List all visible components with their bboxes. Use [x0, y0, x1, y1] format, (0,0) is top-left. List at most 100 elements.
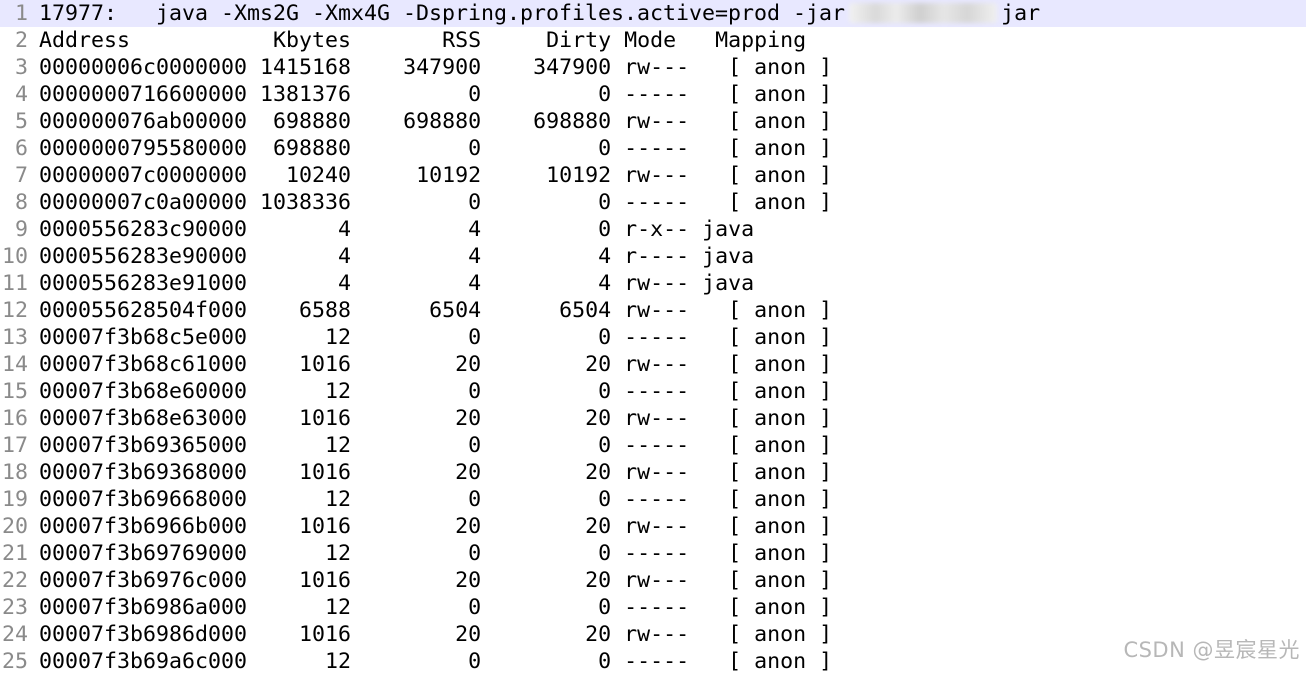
mode-cell: -----: [624, 433, 690, 458]
rss-cell: 0: [364, 82, 482, 107]
dirty-cell: 0: [494, 82, 612, 107]
mode-cell: rw---: [624, 163, 690, 188]
dirty-cell: 0: [494, 190, 612, 215]
rss-cell: 20: [364, 352, 482, 377]
mode-cell: rw---: [624, 514, 690, 539]
column-header-address: Address: [39, 28, 248, 53]
line-text: 00007f3b69668000 12 0 0 ----- [ anon ]: [39, 486, 832, 513]
line-text: 000000076ab00000 698880 698880 698880 rw…: [39, 108, 832, 135]
editor-line[interactable]: 18 00007f3b69368000 1016 20 20 rw--- [ an…: [0, 459, 1306, 486]
editor-line[interactable]: 11 0000556283e91000 4 4 4 rw--- java: [0, 270, 1306, 297]
editor-line[interactable]: 20 00007f3b6966b000 1016 20 20 rw--- [ an…: [0, 513, 1306, 540]
line-text: 00000006c0000000 1415168 347900 347900 r…: [39, 54, 832, 81]
editor-line[interactable]: 24 00007f3b6986d000 1016 20 20 rw--- [ an…: [0, 621, 1306, 648]
line-number: 7: [14, 163, 28, 188]
line-text: 00007f3b68e60000 12 0 0 ----- [ anon ]: [39, 378, 832, 405]
line-text: 000055628504f000 6588 6504 6504 rw--- [ …: [39, 297, 832, 324]
mapping-cell: [ anon ]: [728, 514, 833, 539]
mode-cell: -----: [624, 595, 690, 620]
editor-line[interactable]: 17 00007f3b69365000 12 0 0 ----- [ anon ]: [0, 432, 1306, 459]
mode-cell: rw---: [624, 406, 690, 431]
editor-line[interactable]: 8 00000007c0a00000 1038336 0 0 ----- [ an…: [0, 189, 1306, 216]
kbytes-cell: 698880: [260, 109, 352, 134]
kbytes-cell: 1016: [260, 460, 352, 485]
editor-line[interactable]: 12 000055628504f000 6588 6504 6504 rw--- …: [0, 297, 1306, 324]
line-text: 00007f3b69a6c000 12 0 0 ----- [ anon ]: [39, 648, 832, 675]
kbytes-cell: 12: [260, 325, 352, 350]
editor-line[interactable]: 1 17977: java -Xms2G -Xmx4G -Dspring.prof…: [0, 0, 1306, 27]
editor-line[interactable]: 23 00007f3b6986a000 12 0 0 ----- [ anon ]: [0, 594, 1306, 621]
mapping-cell: [ anon ]: [728, 163, 833, 188]
column-header-mode: Mode: [624, 28, 690, 53]
line-number: 11: [1, 271, 28, 296]
line-number: 16: [1, 406, 28, 431]
dirty-cell: 0: [494, 433, 612, 458]
line-number: 21: [1, 541, 28, 566]
editor-line[interactable]: 25 00007f3b69a6c000 12 0 0 ----- [ anon ]: [0, 648, 1306, 675]
line-number: 9: [14, 217, 28, 242]
editor-line[interactable]: 21 00007f3b69769000 12 0 0 ----- [ anon ]: [0, 540, 1306, 567]
editor-line[interactable]: 2 Address Kbytes RSS Dirty Mode Mapping: [0, 27, 1306, 54]
kbytes-cell: 4: [260, 271, 352, 296]
rss-cell: 20: [364, 460, 482, 485]
mapping-cell: java: [702, 217, 755, 242]
editor-line[interactable]: 14 00007f3b68c61000 1016 20 20 rw--- [ an…: [0, 351, 1306, 378]
rss-cell: 698880: [364, 109, 482, 134]
dirty-cell: 0: [494, 136, 612, 161]
line-text: Address Kbytes RSS Dirty Mode Mapping: [39, 27, 806, 54]
editor-line[interactable]: 9 0000556283c90000 4 4 0 r-x-- java: [0, 216, 1306, 243]
editor-line[interactable]: 5 000000076ab00000 698880 698880 698880 r…: [0, 108, 1306, 135]
editor-line[interactable]: 16 00007f3b68e63000 1016 20 20 rw--- [ an…: [0, 405, 1306, 432]
rss-cell: 0: [364, 379, 482, 404]
line-number: 14: [1, 352, 28, 377]
address-cell: 00007f3b6976c000: [39, 568, 248, 593]
watermark: CSDN @昱宸星光: [1123, 638, 1300, 662]
line-number: 3: [14, 55, 28, 80]
editor-line[interactable]: 4 0000000716600000 1381376 0 0 ----- [ an…: [0, 81, 1306, 108]
editor-line[interactable]: 7 00000007c0000000 10240 10192 10192 rw--…: [0, 162, 1306, 189]
editor-line[interactable]: 15 00007f3b68e60000 12 0 0 ----- [ anon ]: [0, 378, 1306, 405]
address-cell: 0000556283e90000: [39, 244, 248, 269]
kbytes-cell: 4: [260, 244, 352, 269]
rss-cell: 20: [364, 514, 482, 539]
line-number: 13: [1, 325, 28, 350]
editor-line[interactable]: 6 0000000795580000 698880 0 0 ----- [ ano…: [0, 135, 1306, 162]
line-number: 5: [14, 109, 28, 134]
rss-cell: 20: [364, 568, 482, 593]
dirty-cell: 4: [494, 244, 612, 269]
mapping-cell: [ anon ]: [728, 541, 833, 566]
editor-line[interactable]: 22 00007f3b6976c000 1016 20 20 rw--- [ an…: [0, 567, 1306, 594]
address-cell: 00007f3b68c61000: [39, 352, 248, 377]
line-text: 0000000716600000 1381376 0 0 ----- [ ano…: [39, 81, 832, 108]
line-number: 15: [1, 379, 28, 404]
dirty-cell: 0: [494, 649, 612, 674]
process-id: 17977:: [39, 1, 118, 26]
kbytes-cell: 12: [260, 649, 352, 674]
line-text: 0000556283e91000 4 4 4 rw--- java: [39, 270, 754, 297]
kbytes-cell: 12: [260, 595, 352, 620]
editor-line[interactable]: 10 0000556283e90000 4 4 4 r---- java: [0, 243, 1306, 270]
line-number: 20: [1, 514, 28, 539]
kbytes-cell: 1016: [260, 352, 352, 377]
dirty-cell: 0: [494, 325, 612, 350]
mode-cell: rw---: [624, 568, 690, 593]
column-header-rss: RSS: [364, 28, 482, 53]
mapping-cell: [ anon ]: [728, 379, 833, 404]
line-number: 8: [14, 190, 28, 215]
address-cell: 00007f3b6986a000: [39, 595, 248, 620]
text-editor[interactable]: 1 17977: java -Xms2G -Xmx4G -Dspring.prof…: [0, 0, 1306, 675]
address-cell: 00000007c0000000: [39, 163, 248, 188]
kbytes-cell: 12: [260, 541, 352, 566]
editor-line[interactable]: 13 00007f3b68c5e000 12 0 0 ----- [ anon ]: [0, 324, 1306, 351]
mode-cell: rw---: [624, 622, 690, 647]
mode-cell: rw---: [624, 460, 690, 485]
editor-line[interactable]: 19 00007f3b69668000 12 0 0 ----- [ anon ]: [0, 486, 1306, 513]
editor-line[interactable]: 3 00000006c0000000 1415168 347900 347900 …: [0, 54, 1306, 81]
dirty-cell: 0: [494, 217, 612, 242]
address-cell: 000055628504f000: [39, 298, 248, 323]
kbytes-cell: 4: [260, 217, 352, 242]
mapping-cell: [ anon ]: [728, 649, 833, 674]
kbytes-cell: 698880: [260, 136, 352, 161]
column-header-mapping: Mapping: [715, 28, 807, 53]
rss-cell: 20: [364, 406, 482, 431]
